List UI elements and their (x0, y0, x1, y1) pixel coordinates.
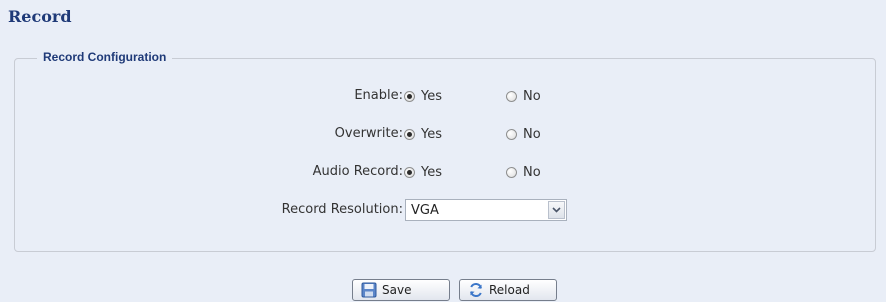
overwrite-no-radio[interactable]: No (506, 127, 541, 142)
enable-yes-radio[interactable]: Yes (404, 89, 442, 104)
enable-label: Enable: (354, 88, 403, 103)
reload-label: Reload (489, 283, 530, 297)
overwrite-yes-label: Yes (421, 127, 442, 142)
record-resolution-row: Record Resolution: VGA (15, 199, 875, 223)
floppy-disk-icon (361, 282, 377, 298)
reload-button[interactable]: Reload (459, 279, 557, 301)
chevron-down-icon[interactable] (548, 201, 565, 219)
overwrite-no-label: No (523, 127, 541, 142)
enable-row: Enable: Yes No (15, 85, 875, 109)
enable-no-label: No (523, 89, 541, 104)
radio-unchecked-icon (506, 91, 517, 102)
save-label: Save (382, 283, 412, 297)
record-resolution-select[interactable]: VGA (405, 199, 567, 221)
overwrite-row: Overwrite: Yes No (15, 123, 875, 147)
radio-unchecked-icon (506, 167, 517, 178)
overwrite-label: Overwrite: (334, 126, 403, 141)
overwrite-yes-radio[interactable]: Yes (404, 127, 442, 142)
radio-checked-icon (404, 129, 415, 140)
audio-record-yes-radio[interactable]: Yes (404, 165, 442, 180)
radio-checked-icon (404, 167, 415, 178)
record-resolution-label: Record Resolution: (281, 202, 403, 217)
page-title: Record (8, 7, 72, 26)
refresh-icon (468, 282, 484, 298)
record-resolution-value: VGA (411, 203, 439, 218)
fieldset-legend: Record Configuration (37, 50, 173, 64)
enable-no-radio[interactable]: No (506, 89, 541, 104)
audio-record-no-label: No (523, 165, 541, 180)
audio-record-label: Audio Record: (312, 164, 403, 179)
record-configuration-fieldset: Record Configuration Enable: Yes No Over… (14, 50, 876, 252)
radio-unchecked-icon (506, 129, 517, 140)
save-button[interactable]: Save (352, 279, 450, 301)
radio-checked-icon (404, 91, 415, 102)
enable-yes-label: Yes (421, 89, 442, 104)
record-panel: Record Record Configuration Enable: Yes … (0, 0, 886, 302)
audio-record-yes-label: Yes (421, 165, 442, 180)
audio-record-no-radio[interactable]: No (506, 165, 541, 180)
audio-record-row: Audio Record: Yes No (15, 161, 875, 185)
